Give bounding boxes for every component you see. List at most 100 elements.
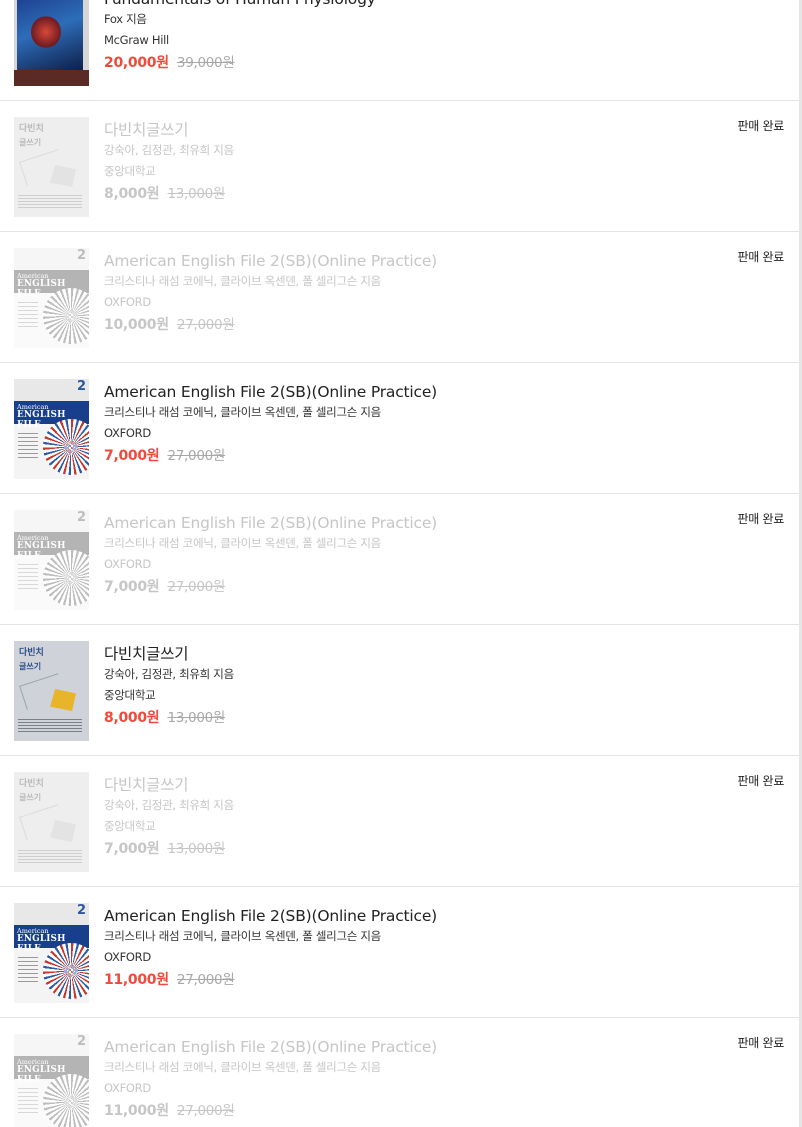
book-author: 크리스티나 래섬 코에닉, 클라이브 옥센덴, 폴 셀리그슨 지음 bbox=[104, 1060, 381, 1074]
cover-volume-number: 2 bbox=[76, 248, 86, 263]
book-title[interactable]: 다빈치글쓰기 bbox=[104, 119, 679, 141]
list-item[interactable]: 다빈치 글쓰기 다빈치글쓰기 강숙아, 김정관, 최유희 지음 중앙대학교 8,… bbox=[0, 101, 799, 232]
sale-price: 8,000원 bbox=[104, 710, 160, 726]
list-item[interactable]: 다빈치 글쓰기 다빈치글쓰기 강숙아, 김정관, 최유희 지음 중앙대학교 7,… bbox=[0, 756, 799, 887]
book-info: American English File 2(SB)(Online Pract… bbox=[104, 512, 679, 596]
list-item[interactable]: 2 American ENGLISH FILE American English… bbox=[0, 887, 799, 1018]
book-info: Fundamentals of Human Physiology Fox 지음 … bbox=[104, 0, 679, 72]
book-publisher: 중앙대학교 bbox=[104, 819, 156, 833]
book-author: 강숙아, 김정관, 최유희 지음 bbox=[104, 143, 234, 157]
cover-footer bbox=[18, 850, 82, 864]
book-info: American English File 2(SB)(Online Pract… bbox=[104, 381, 679, 465]
book-publisher: McGraw Hill bbox=[104, 33, 169, 47]
price-row: 7,000원 27,000원 bbox=[104, 575, 679, 596]
sale-price: 11,000원 bbox=[104, 1103, 169, 1119]
original-price: 27,000원 bbox=[176, 317, 235, 333]
book-publisher: OXFORD bbox=[104, 557, 151, 571]
book-info: 다빈치글쓰기 강숙아, 김정관, 최유희 지음 중앙대학교 8,000원 13,… bbox=[104, 119, 679, 203]
davinci-writing-book-cover-icon[interactable]: 다빈치 글쓰기 bbox=[14, 117, 89, 217]
original-price: 39,000원 bbox=[176, 55, 235, 71]
cover-text-lines bbox=[18, 302, 38, 330]
davinci-writing-book-cover-icon[interactable]: 다빈치 글쓰기 bbox=[14, 641, 89, 741]
american-english-file-book-cover-icon[interactable]: 2 American ENGLISH FILE bbox=[14, 510, 89, 610]
cover-volume-number: 2 bbox=[76, 510, 86, 525]
book-author: 크리스티나 래섬 코에닉, 클라이브 옥센덴, 폴 셀리그슨 지음 bbox=[104, 929, 381, 943]
american-english-file-book-cover-icon[interactable]: 2 American ENGLISH FILE bbox=[14, 248, 89, 348]
list-item[interactable]: Fundamentals of Human Physiology Fox 지음 … bbox=[0, 0, 799, 101]
sale-price: 7,000원 bbox=[104, 448, 160, 464]
sale-price: 8,000원 bbox=[104, 186, 160, 202]
sold-out-badge: 판매 완료 bbox=[737, 512, 785, 526]
list-item[interactable]: 2 American ENGLISH FILE American English… bbox=[0, 363, 799, 494]
original-price: 27,000원 bbox=[167, 579, 226, 595]
book-list: Fundamentals of Human Physiology Fox 지음 … bbox=[0, 0, 799, 1127]
sold-out-badge: 판매 완료 bbox=[737, 250, 785, 264]
original-price: 27,000원 bbox=[167, 448, 226, 464]
book-publisher: 중앙대학교 bbox=[104, 688, 156, 702]
price-row: 11,000원 27,000원 bbox=[104, 968, 679, 989]
davinci-writing-book-cover-icon[interactable]: 다빈치 글쓰기 bbox=[14, 772, 89, 872]
original-price: 27,000원 bbox=[176, 972, 235, 988]
book-title[interactable]: American English File 2(SB)(Online Pract… bbox=[104, 1036, 679, 1058]
list-item[interactable]: 2 American ENGLISH FILE American English… bbox=[0, 494, 799, 625]
original-price: 13,000원 bbox=[167, 841, 226, 857]
price-row: 8,000원 13,000원 bbox=[104, 706, 679, 727]
sale-price: 7,000원 bbox=[104, 841, 160, 857]
cover-art bbox=[17, 0, 83, 70]
book-title[interactable]: 다빈치글쓰기 bbox=[104, 774, 679, 796]
book-info: 다빈치글쓰기 강숙아, 김정관, 최유희 지음 중앙대학교 7,000원 13,… bbox=[104, 774, 679, 858]
book-title[interactable]: American English File 2(SB)(Online Pract… bbox=[104, 250, 679, 272]
book-info: American English File 2(SB)(Online Pract… bbox=[104, 250, 679, 334]
book-publisher: OXFORD bbox=[104, 426, 151, 440]
book-author: 강숙아, 김정관, 최유희 지음 bbox=[104, 667, 234, 681]
american-english-file-book-cover-icon[interactable]: 2 American ENGLISH FILE bbox=[14, 903, 89, 1003]
list-item[interactable]: 2 American ENGLISH FILE American English… bbox=[0, 1018, 799, 1127]
sale-price: 10,000원 bbox=[104, 317, 169, 333]
cover-title-line2: 글쓰기 bbox=[19, 793, 42, 802]
list-item[interactable]: 2 American ENGLISH FILE American English… bbox=[0, 232, 799, 363]
book-author: 크리스티나 래섬 코에닉, 클라이브 옥센덴, 폴 셀리그슨 지음 bbox=[104, 405, 381, 419]
cover-title-line1: 다빈치 bbox=[19, 779, 44, 789]
cover-title-line1: 다빈치 bbox=[19, 124, 44, 134]
cover-volume-number: 2 bbox=[76, 1034, 86, 1049]
price-row: 11,000원 27,000원 bbox=[104, 1099, 679, 1120]
book-author: 크리스티나 래섬 코에닉, 클라이브 옥센덴, 폴 셀리그슨 지음 bbox=[104, 536, 381, 550]
cover-burst-art bbox=[43, 550, 89, 606]
list-item[interactable]: 다빈치 글쓰기 다빈치글쓰기 강숙아, 김정관, 최유희 지음 중앙대학교 8,… bbox=[0, 625, 799, 756]
book-publisher: 중앙대학교 bbox=[104, 164, 156, 178]
price-row: 7,000원 27,000원 bbox=[104, 444, 679, 465]
american-english-file-book-cover-icon[interactable]: 2 American ENGLISH FILE bbox=[14, 1034, 89, 1127]
price-row: 20,000원 39,000원 bbox=[104, 51, 679, 72]
sale-price: 11,000원 bbox=[104, 972, 169, 988]
original-price: 13,000원 bbox=[167, 710, 226, 726]
book-title[interactable]: American English File 2(SB)(Online Pract… bbox=[104, 512, 679, 534]
cover-text-lines bbox=[18, 564, 38, 592]
cover-text-lines bbox=[18, 433, 38, 461]
book-author: 크리스티나 래섬 코에닉, 클라이브 옥센덴, 폴 셀리그슨 지음 bbox=[104, 274, 381, 288]
cover-title-line2: 글쓰기 bbox=[19, 662, 42, 671]
cover-band bbox=[14, 70, 89, 86]
price-row: 7,000원 13,000원 bbox=[104, 837, 679, 858]
cover-burst-art bbox=[43, 419, 89, 475]
book-info: 다빈치글쓰기 강숙아, 김정관, 최유희 지음 중앙대학교 8,000원 13,… bbox=[104, 643, 679, 727]
book-publisher: OXFORD bbox=[104, 950, 151, 964]
cover-volume-number: 2 bbox=[76, 903, 86, 918]
price-row: 10,000원 27,000원 bbox=[104, 313, 679, 334]
book-title[interactable]: American English File 2(SB)(Online Pract… bbox=[104, 381, 679, 403]
cover-burst-art bbox=[43, 943, 89, 999]
book-publisher: OXFORD bbox=[104, 1081, 151, 1095]
american-english-file-book-cover-icon[interactable]: 2 American ENGLISH FILE bbox=[14, 379, 89, 479]
book-title[interactable]: Fundamentals of Human Physiology bbox=[104, 0, 679, 10]
book-title[interactable]: 다빈치글쓰기 bbox=[104, 643, 679, 665]
book-publisher: OXFORD bbox=[104, 295, 151, 309]
cover-burst-art bbox=[43, 288, 89, 344]
book-author: 강숙아, 김정관, 최유희 지음 bbox=[104, 798, 234, 812]
cover-title-line2: 글쓰기 bbox=[19, 138, 42, 147]
book-author: Fox 지음 bbox=[104, 12, 147, 26]
sold-out-badge: 판매 완료 bbox=[737, 774, 785, 788]
book-title[interactable]: American English File 2(SB)(Online Pract… bbox=[104, 905, 679, 927]
sale-price: 7,000원 bbox=[104, 579, 160, 595]
physiology-book-cover-icon[interactable] bbox=[14, 0, 89, 86]
cover-footer bbox=[18, 719, 82, 733]
book-listing-page: Fundamentals of Human Physiology Fox 지음 … bbox=[0, 0, 802, 1127]
